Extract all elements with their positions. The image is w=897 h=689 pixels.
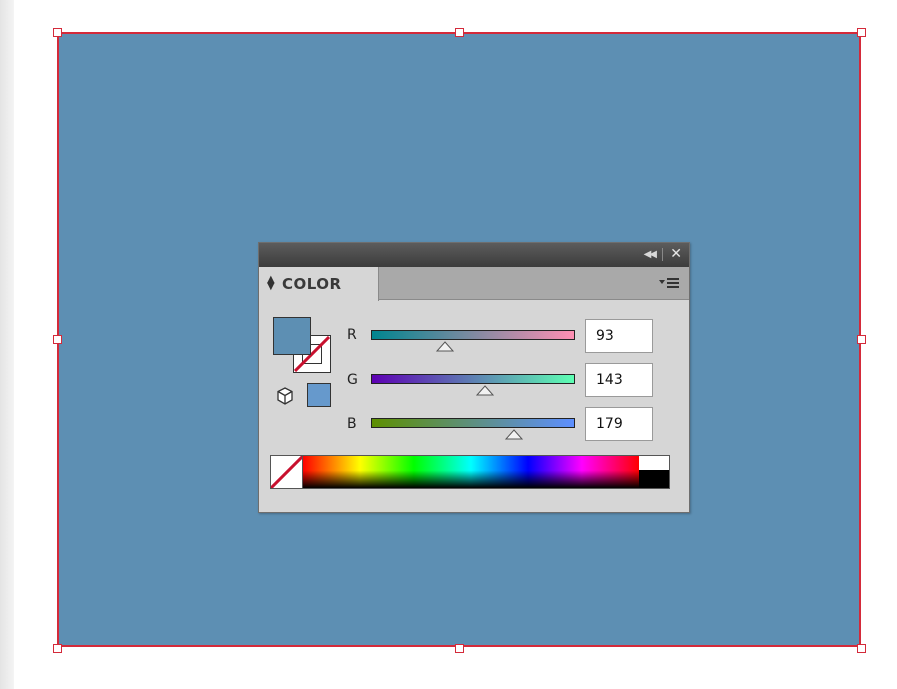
panel-menu-icon[interactable] — [659, 276, 681, 290]
color-panel: ◀◀ ✕ ▲▼ COLOR R G — [258, 242, 690, 513]
canvas-gutter — [0, 0, 14, 689]
slider-track-g[interactable] — [371, 374, 575, 384]
slider-track-b[interactable] — [371, 418, 575, 428]
web-safe-color-swatch[interactable] — [307, 383, 331, 407]
color-spectrum-bar — [270, 455, 670, 489]
fill-swatch[interactable] — [273, 317, 311, 355]
out-of-web-gamut-cube-icon[interactable] — [275, 386, 295, 406]
white-black-swatches — [639, 456, 669, 488]
value-input-b[interactable] — [585, 407, 653, 441]
selection-handle-bottom-left[interactable] — [53, 644, 62, 653]
tab-color-label: COLOR — [282, 275, 342, 293]
selection-handle-top-center[interactable] — [455, 28, 464, 37]
slider-track-r[interactable] — [371, 330, 575, 340]
selection-handle-bottom-right[interactable] — [857, 644, 866, 653]
titlebar-divider — [662, 248, 663, 261]
white-swatch[interactable] — [639, 456, 669, 470]
value-input-g[interactable] — [585, 363, 653, 397]
value-input-r[interactable] — [585, 319, 653, 353]
channel-label-b: B — [347, 416, 357, 432]
color-spectrum[interactable] — [303, 456, 639, 488]
double-left-arrow-icon[interactable]: ◀◀ — [644, 249, 657, 260]
channel-label-r: R — [347, 327, 357, 343]
close-icon[interactable]: ✕ — [670, 246, 682, 262]
channel-label-g: G — [347, 372, 358, 388]
none-color-swatch[interactable] — [271, 456, 303, 488]
selection-handle-top-right[interactable] — [857, 28, 866, 37]
panel-titlebar[interactable]: ◀◀ ✕ — [259, 243, 689, 267]
selection-handle-middle-left[interactable] — [53, 335, 62, 344]
none-slash-icon — [271, 456, 302, 488]
selection-handle-bottom-center[interactable] — [455, 644, 464, 653]
selection-handle-top-left[interactable] — [53, 28, 62, 37]
panel-tabstrip: ▲ ▼ COLOR — [259, 267, 689, 301]
up-down-arrows-icon[interactable]: ▲ ▼ — [267, 275, 275, 292]
selection-handle-middle-right[interactable] — [857, 335, 866, 344]
tab-color[interactable]: ▲ ▼ COLOR — [259, 267, 379, 301]
black-swatch[interactable] — [639, 470, 669, 488]
